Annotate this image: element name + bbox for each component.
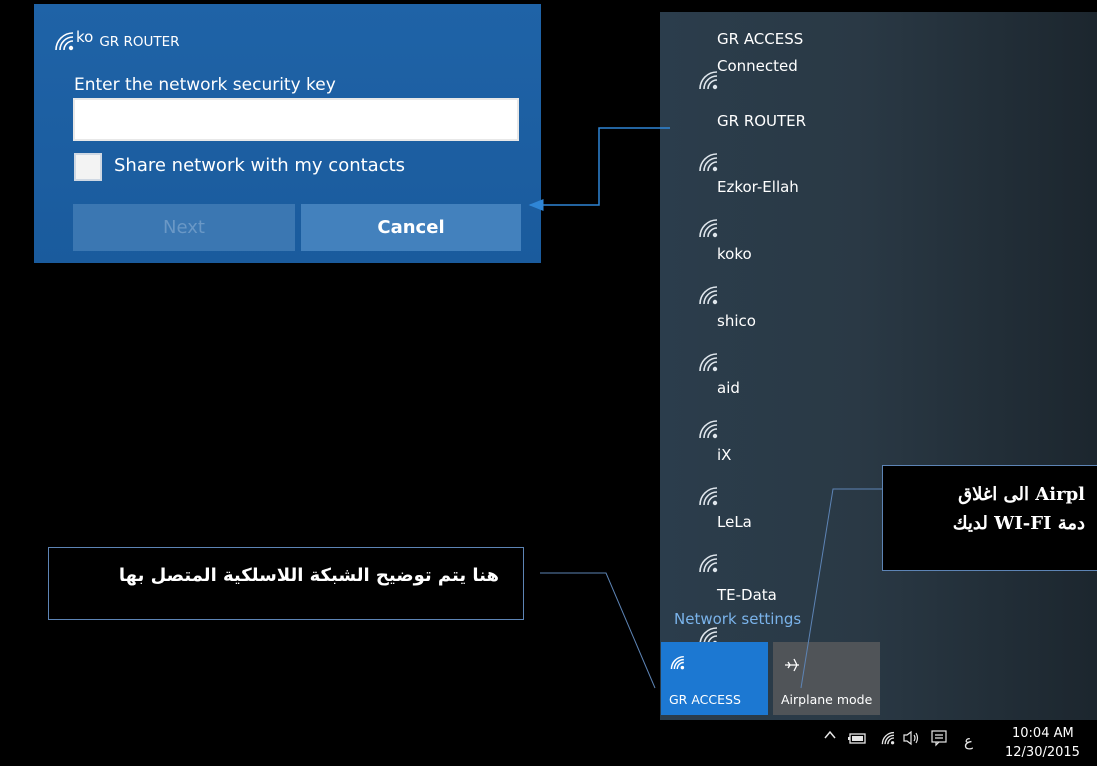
clock-time[interactable]: 10:04 AM xyxy=(1012,726,1074,741)
network-name: iX xyxy=(717,446,732,464)
network-name: aid xyxy=(717,379,740,397)
airplane-mode-tile[interactable]: Airplane mode xyxy=(773,642,880,715)
wifi-tile-label: GR ACCESS xyxy=(669,692,741,707)
network-item[interactable]: GR ACCESS Connected xyxy=(660,12,890,90)
network-name: koko xyxy=(717,245,752,263)
security-key-input[interactable] xyxy=(73,98,519,141)
network-item[interactable]: koko xyxy=(660,225,890,305)
battery-icon[interactable] xyxy=(848,730,868,750)
annotation-connected-network-text: هنا يتم توضيح الشبكة اللاسلكية المتصل به… xyxy=(118,565,499,586)
network-item[interactable]: LeLa xyxy=(660,493,890,573)
annotation-airplane-line1: Airpl الى اغلاق xyxy=(958,484,1085,505)
dialog-title-prefix: ko xyxy=(76,28,94,46)
network-flyout: GR ACCESS Connected GR ROUTER Ezkor-Ellah ko… xyxy=(660,12,1097,720)
network-name: LeLa xyxy=(717,513,752,531)
network-name: TE-Data xyxy=(717,586,777,604)
action-center-icon[interactable] xyxy=(930,729,948,752)
network-item[interactable]: GR ROUTER xyxy=(660,92,890,172)
airplane-icon xyxy=(782,655,802,679)
airplane-tile-label: Airplane mode xyxy=(781,692,873,707)
next-button[interactable]: Next xyxy=(73,204,295,251)
network-settings-link[interactable]: Network settings xyxy=(674,610,801,628)
cancel-button[interactable]: Cancel xyxy=(301,204,521,251)
dialog-title: ko GR ROUTER xyxy=(76,28,180,50)
dialog-network-name: GR ROUTER xyxy=(99,34,180,50)
wifi-icon[interactable] xyxy=(881,731,896,745)
network-status: Connected xyxy=(717,57,798,75)
network-name: GR ROUTER xyxy=(717,112,807,130)
annotation-connected-network: هنا يتم توضيح الشبكة اللاسلكية المتصل به… xyxy=(48,547,524,620)
clock-date[interactable]: 12/30/2015 xyxy=(1005,745,1080,760)
wifi-quick-action-tile[interactable]: GR ACCESS xyxy=(661,642,768,715)
share-network-label[interactable]: Share network with my contacts xyxy=(114,155,405,176)
network-name: Ezkor-Ellah xyxy=(717,178,799,196)
annotation-airplane-mode: Airpl الى اغلاق دمة WI-FI لديك xyxy=(882,465,1097,571)
wifi-icon xyxy=(670,655,686,670)
security-key-prompt: Enter the network security key xyxy=(74,75,336,95)
wifi-icon xyxy=(54,31,76,51)
network-item[interactable]: Ezkor-Ellah xyxy=(660,158,890,238)
network-name: GR ACCESS xyxy=(717,30,804,48)
ime-icon[interactable]: ع xyxy=(964,732,973,750)
chevron-up-icon[interactable] xyxy=(823,726,837,747)
network-item[interactable]: shico xyxy=(660,292,890,372)
network-item[interactable]: aid xyxy=(660,359,890,439)
share-network-checkbox[interactable] xyxy=(74,153,102,181)
connected-network-connector xyxy=(540,572,656,689)
annotation-airplane-line2: دمة WI-FI لديك xyxy=(952,513,1085,534)
dialog-connector-arrow xyxy=(528,127,670,211)
connect-dialog: ko GR ROUTER Enter the network security k… xyxy=(34,4,541,263)
volume-icon[interactable] xyxy=(903,730,921,751)
network-name: shico xyxy=(717,312,756,330)
taskbar: ع 10:04 AM 12/30/2015 xyxy=(660,720,1097,766)
network-item[interactable]: iX xyxy=(660,426,890,506)
